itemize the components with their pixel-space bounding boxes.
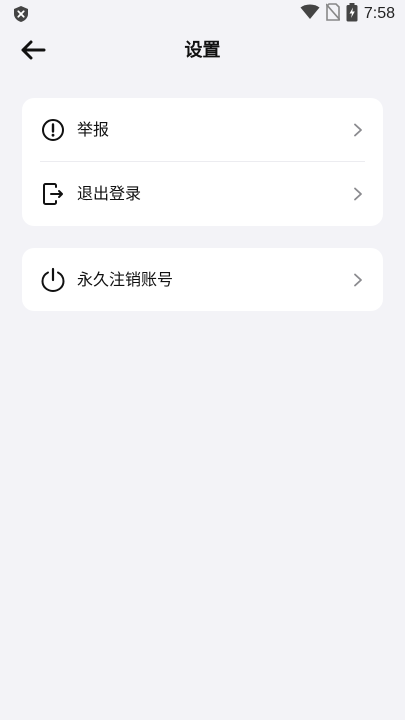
status-bar: 7:58	[0, 0, 405, 28]
chevron-right-icon	[351, 187, 365, 201]
status-time: 7:58	[363, 5, 395, 22]
chevron-right-icon	[351, 123, 365, 137]
settings-group-1: 举报 退出登录	[22, 98, 383, 226]
page-title: 设置	[184, 40, 221, 61]
logout-label: 退出登录	[77, 183, 142, 203]
battery-charging-icon	[346, 2, 358, 26]
power-icon	[40, 267, 66, 293]
shield-x-icon	[12, 5, 30, 23]
logout-item[interactable]: 退出登录	[22, 162, 383, 225]
app-header: 设置	[0, 28, 405, 76]
delete-account-label: 永久注销账号	[77, 269, 174, 289]
wifi-icon	[300, 4, 320, 24]
chevron-right-icon	[351, 273, 365, 287]
delete-account-item[interactable]: 永久注销账号	[22, 248, 383, 311]
settings-group-2: 永久注销账号	[22, 248, 383, 311]
report-label: 举报	[77, 119, 110, 139]
logout-icon	[40, 181, 66, 207]
no-sim-icon	[325, 3, 341, 25]
report-item[interactable]: 举报	[22, 98, 383, 161]
exclamation-circle-icon	[40, 117, 66, 143]
